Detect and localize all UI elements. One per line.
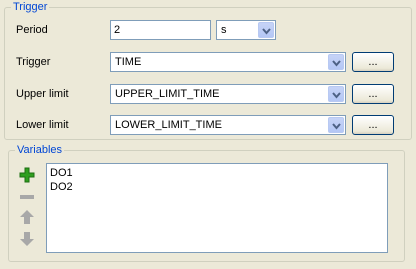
trigger-label: Trigger bbox=[16, 56, 51, 68]
move-down-icon[interactable] bbox=[19, 231, 35, 247]
lower-limit-label: Lower limit bbox=[16, 119, 69, 131]
upper-limit-select-value: UPPER_LIMIT_TIME bbox=[115, 88, 220, 100]
add-icon[interactable] bbox=[19, 167, 35, 183]
chevron-down-icon bbox=[328, 54, 344, 70]
upper-limit-browse-button[interactable]: ... bbox=[352, 84, 394, 104]
chevron-down-icon bbox=[328, 86, 344, 102]
trigger-browse-button[interactable]: ... bbox=[352, 52, 394, 72]
trigger-select[interactable]: TIME bbox=[110, 52, 346, 72]
move-up-icon[interactable] bbox=[19, 209, 35, 225]
upper-limit-select[interactable]: UPPER_LIMIT_TIME bbox=[110, 84, 346, 104]
period-label: Period bbox=[16, 24, 48, 36]
lower-limit-select-value: LOWER_LIMIT_TIME bbox=[115, 119, 222, 131]
trigger-select-value: TIME bbox=[115, 56, 142, 68]
lower-limit-select[interactable]: LOWER_LIMIT_TIME bbox=[110, 115, 346, 135]
list-item[interactable]: DO1 bbox=[47, 166, 387, 180]
remove-icon[interactable] bbox=[19, 189, 35, 205]
variables-group-title: Variables bbox=[15, 143, 65, 157]
chevron-down-icon bbox=[328, 117, 344, 133]
upper-limit-label: Upper limit bbox=[16, 88, 69, 100]
list-item[interactable]: DO2 bbox=[47, 180, 387, 194]
variables-list[interactable]: DO1 DO2 bbox=[46, 163, 388, 253]
period-unit-select[interactable]: s bbox=[216, 20, 276, 40]
period-input[interactable]: 2 bbox=[110, 20, 211, 40]
chevron-down-icon bbox=[258, 22, 274, 38]
period-unit-value: s bbox=[221, 24, 227, 36]
lower-limit-browse-button[interactable]: ... bbox=[352, 115, 394, 135]
trigger-group-title: Trigger bbox=[11, 0, 50, 14]
